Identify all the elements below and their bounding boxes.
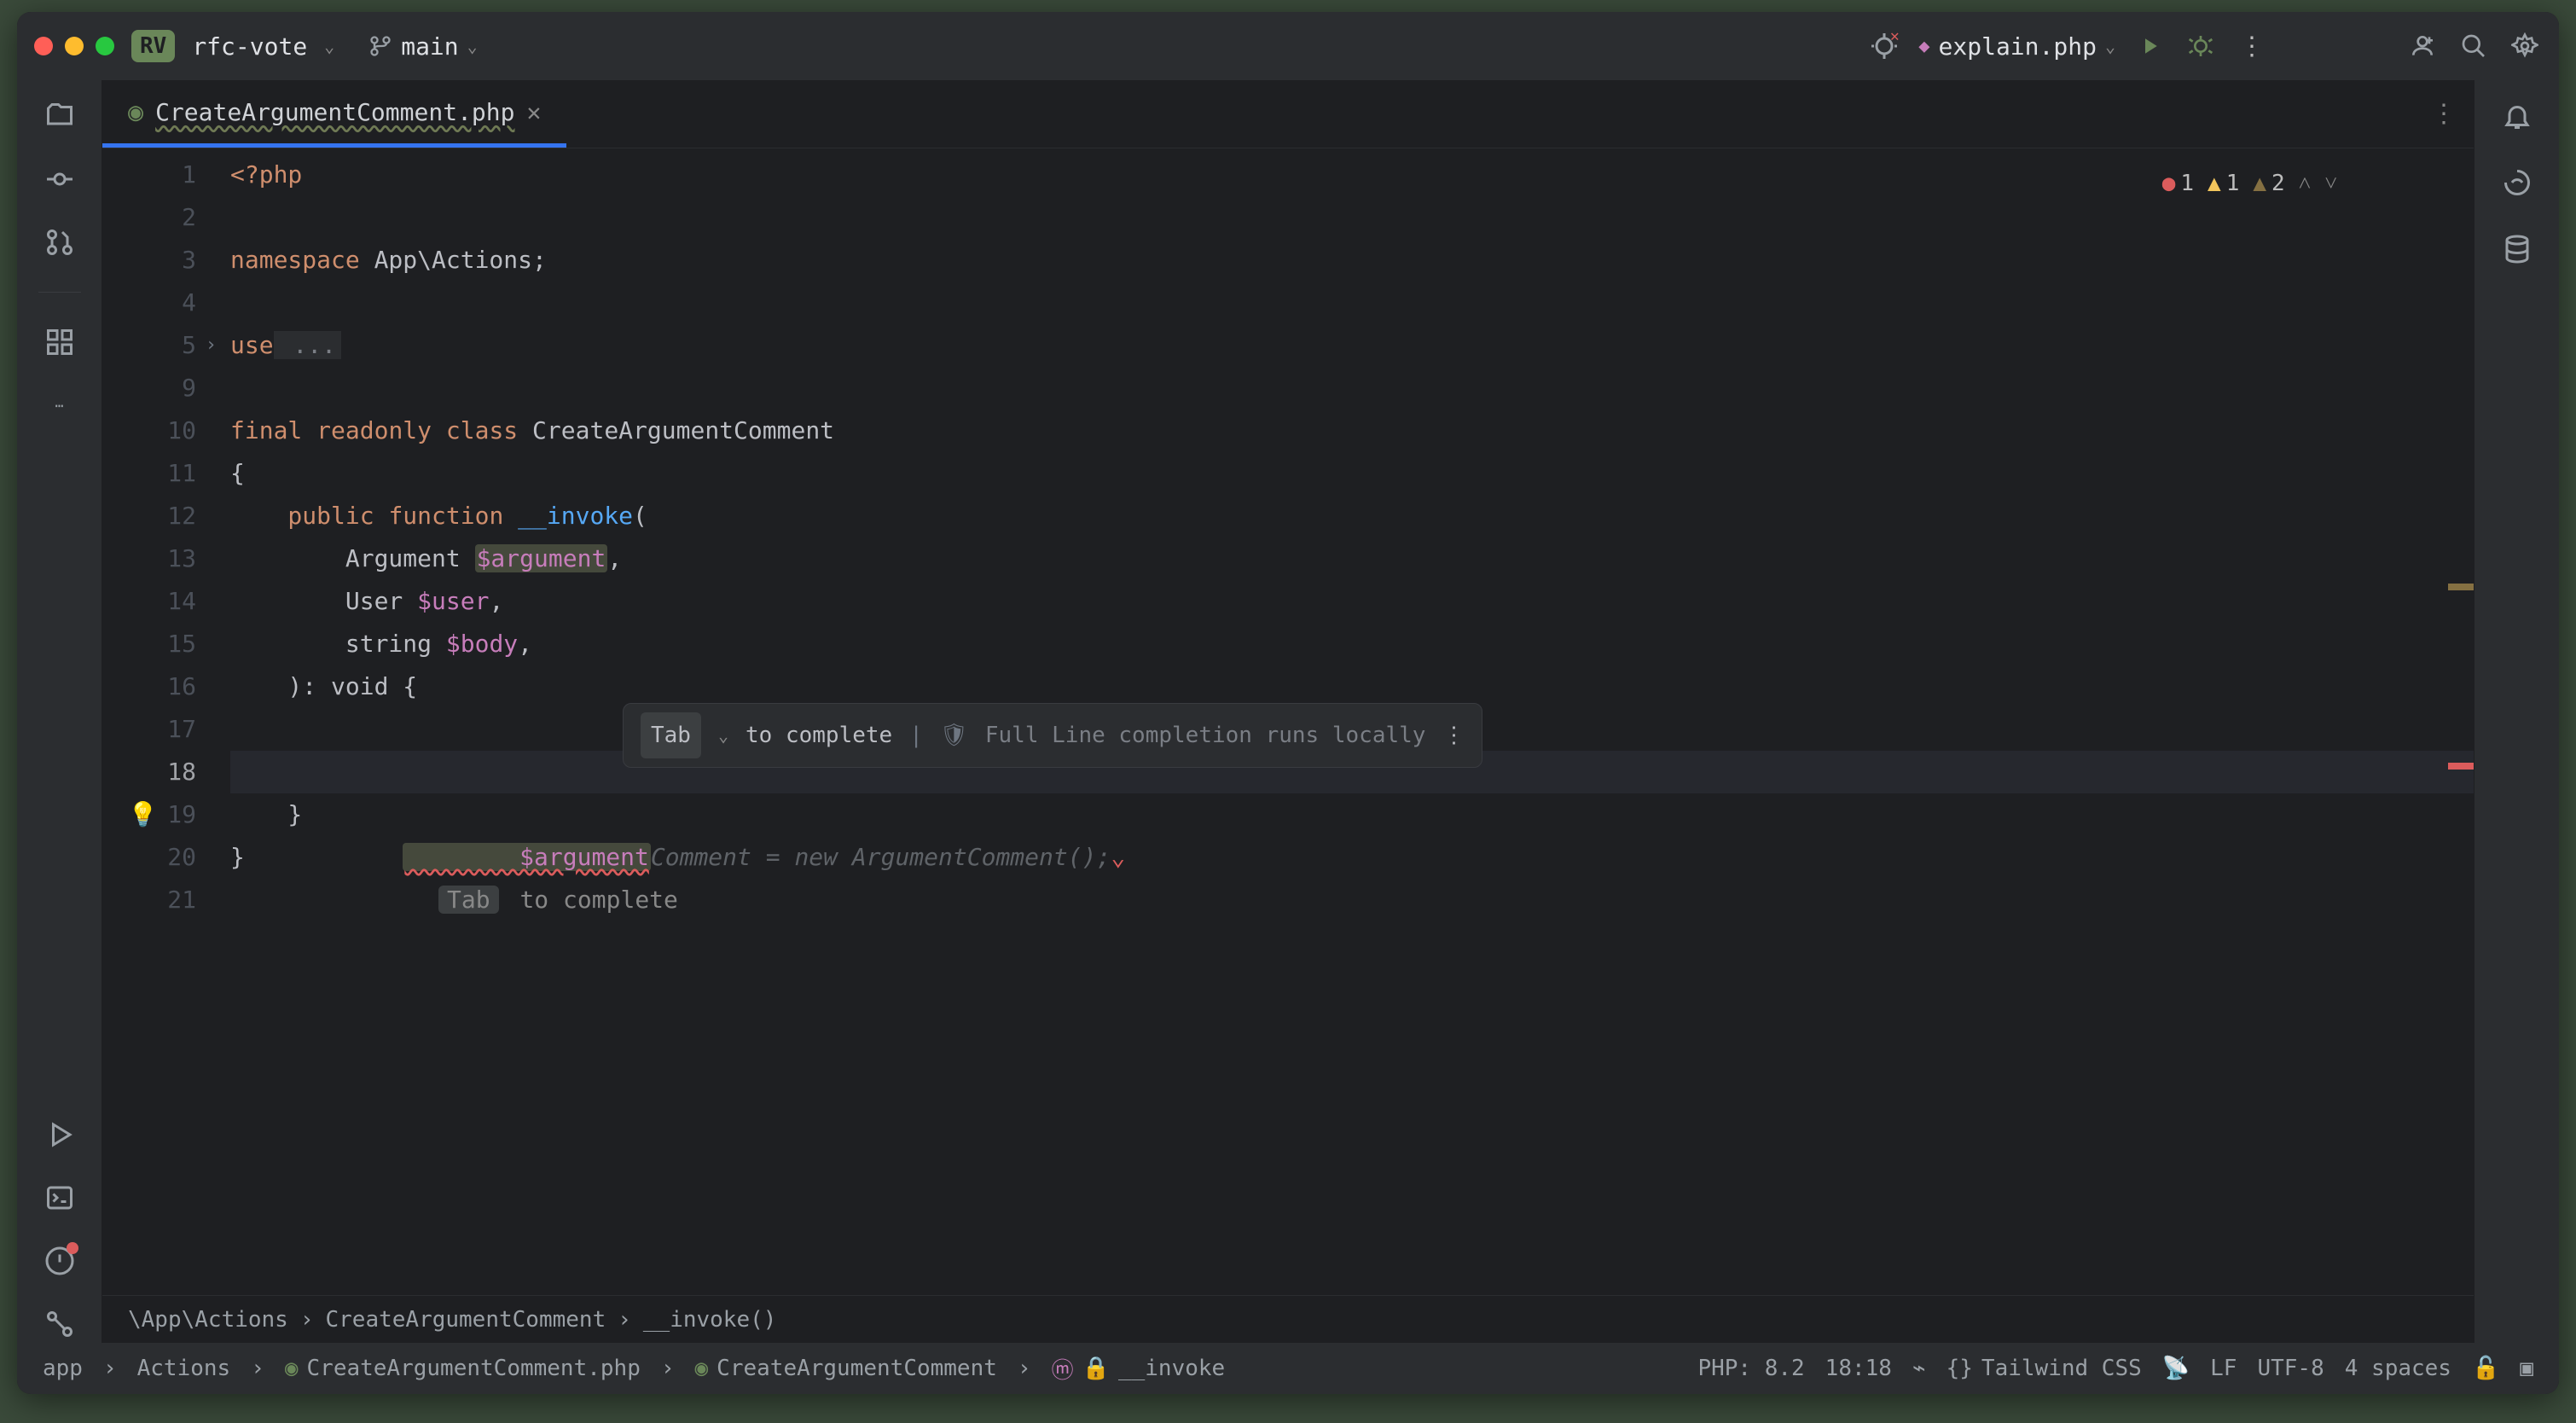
- editor-main: ◉ CreateArgumentComment.php ✕ ⋮ ●1 ▲1 ▲2…: [102, 80, 2474, 1343]
- branch-icon: [368, 34, 392, 58]
- nav-path[interactable]: Actions: [137, 1356, 231, 1381]
- listener-icon[interactable]: 📡: [2162, 1356, 2190, 1381]
- settings-icon[interactable]: [2508, 29, 2542, 63]
- nav-path[interactable]: app: [43, 1356, 83, 1381]
- left-toolbar: ⋯: [17, 80, 102, 1343]
- code-area[interactable]: <?php namespace App\Actions; use ... fin…: [222, 148, 2474, 1295]
- more-icon[interactable]: ⋮: [2235, 29, 2269, 63]
- scratch-icon[interactable]: ▣: [2520, 1356, 2533, 1381]
- lock-icon: 🔒: [1082, 1356, 1110, 1381]
- run-button[interactable]: [2132, 29, 2167, 63]
- project-tool-icon[interactable]: [41, 97, 78, 135]
- inline-completion-hint: Tab to complete: [403, 886, 678, 914]
- services-tool-icon[interactable]: [41, 1116, 78, 1153]
- tab-file-name: CreateArgumentComment.php: [155, 98, 514, 126]
- vcs-branch[interactable]: main ⌄: [368, 32, 477, 61]
- nav-path[interactable]: CreateArgumentComment: [717, 1356, 997, 1381]
- project-name[interactable]: rfc-vote: [192, 32, 307, 61]
- completion-hint-popup[interactable]: Tab ⌄ to complete | 🛡 Full Line completi…: [623, 703, 1482, 768]
- php-class-icon: ◉: [285, 1356, 299, 1381]
- commit-tool-icon[interactable]: [41, 160, 78, 198]
- bug-icon[interactable]: ✕: [1867, 29, 1901, 63]
- tab-options-icon[interactable]: ⋮: [2431, 99, 2474, 129]
- shield-icon: 🛡: [940, 714, 968, 757]
- close-window-button[interactable]: [34, 37, 53, 55]
- breadcrumbs: \App\Actions› CreateArgumentComment› __i…: [102, 1295, 2474, 1343]
- more-icon[interactable]: ⋮: [1442, 714, 1465, 757]
- maximize-window-button[interactable]: [96, 37, 114, 55]
- right-toolbar: [2474, 80, 2559, 1343]
- tailwind-status[interactable]: Tailwind CSS: [1981, 1356, 2142, 1381]
- vcs-tool-icon[interactable]: [41, 1305, 78, 1343]
- gutter: 1 2 3 4 5 9 10 11 12 13 14 15 16 17 18 1…: [102, 148, 222, 1295]
- tailwind-icon: {}: [1947, 1356, 1973, 1381]
- database-icon[interactable]: [2498, 230, 2536, 268]
- search-icon[interactable]: [2457, 29, 2491, 63]
- editor-tab[interactable]: ◉ CreateArgumentComment.php ✕: [102, 80, 566, 148]
- debug-button[interactable]: [2184, 29, 2218, 63]
- more-tool-icon[interactable]: ⋯: [41, 386, 78, 424]
- status-bar: app› Actions› ◉CreateArgumentComment.php…: [17, 1343, 2559, 1394]
- close-tab-icon[interactable]: ✕: [527, 98, 542, 126]
- nav-path[interactable]: __invoke: [1118, 1356, 1225, 1381]
- collaborate-icon[interactable]: [2405, 29, 2440, 63]
- structure-tool-icon[interactable]: [41, 323, 78, 361]
- intention-bulb-icon[interactable]: 💡: [128, 793, 158, 836]
- fold-icon[interactable]: ›: [206, 324, 217, 367]
- error-stripe[interactable]: [2448, 148, 2474, 1295]
- readonly-icon[interactable]: 🔓: [2472, 1356, 2499, 1381]
- line-ending[interactable]: LF: [2210, 1356, 2237, 1381]
- problems-tool-icon[interactable]: [41, 1242, 78, 1280]
- caret-position[interactable]: 18:18: [1825, 1356, 1892, 1381]
- nav-path[interactable]: CreateArgumentComment.php: [307, 1356, 641, 1381]
- notifications-icon[interactable]: [2498, 97, 2536, 135]
- completion-ghost: Comment = new ArgumentComment();: [651, 843, 1111, 871]
- encoding[interactable]: UTF-8: [2257, 1356, 2324, 1381]
- minimize-window-button[interactable]: [65, 37, 84, 55]
- chevron-down-icon[interactable]: ⌄: [324, 36, 334, 56]
- crumb[interactable]: \App\Actions: [128, 1307, 288, 1333]
- method-icon: ⓜ: [1052, 1353, 1074, 1385]
- pull-requests-icon[interactable]: [41, 224, 78, 261]
- project-badge[interactable]: RV: [131, 30, 175, 62]
- php-file-icon: ◆: [1918, 36, 1929, 57]
- class-icon: ◉: [695, 1356, 709, 1381]
- code-editor[interactable]: ●1 ▲1 ▲2 ˄ ˅ 1 2 3 4 5 9 10 11 12 13: [102, 148, 2474, 1295]
- crumb[interactable]: CreateArgumentComment: [326, 1307, 606, 1333]
- crumb[interactable]: __invoke(): [643, 1307, 777, 1333]
- editor-tabs: ◉ CreateArgumentComment.php ✕ ⋮: [102, 80, 2474, 148]
- run-config-name: explain.php: [1939, 32, 2097, 61]
- chevron-down-icon: ⌄: [467, 36, 478, 56]
- php-class-icon: ◉: [128, 97, 143, 127]
- ai-assistant-icon[interactable]: [2498, 164, 2536, 201]
- window-controls: [34, 37, 114, 55]
- run-configuration[interactable]: ◆ explain.php ⌄: [1918, 32, 2115, 61]
- power-save-icon[interactable]: ⌁: [1912, 1356, 1926, 1381]
- php-version[interactable]: PHP: 8.2: [1697, 1356, 1804, 1381]
- main-body: ⋯ ◉ CreateArgumentComment.php ✕ ⋮ ●1 ▲1: [17, 80, 2559, 1343]
- ide-window: RV rfc-vote ⌄ main ⌄ ✕ ◆ explain.php ⌄ ⋮: [17, 12, 2559, 1394]
- titlebar: RV rfc-vote ⌄ main ⌄ ✕ ◆ explain.php ⌄ ⋮: [17, 12, 2559, 80]
- chevron-down-icon[interactable]: ⌄: [718, 714, 728, 757]
- terminal-tool-icon[interactable]: [41, 1179, 78, 1217]
- chevron-down-icon: ⌄: [2105, 36, 2115, 56]
- branch-name: main: [401, 32, 458, 61]
- indent[interactable]: 4 spaces: [2345, 1356, 2451, 1381]
